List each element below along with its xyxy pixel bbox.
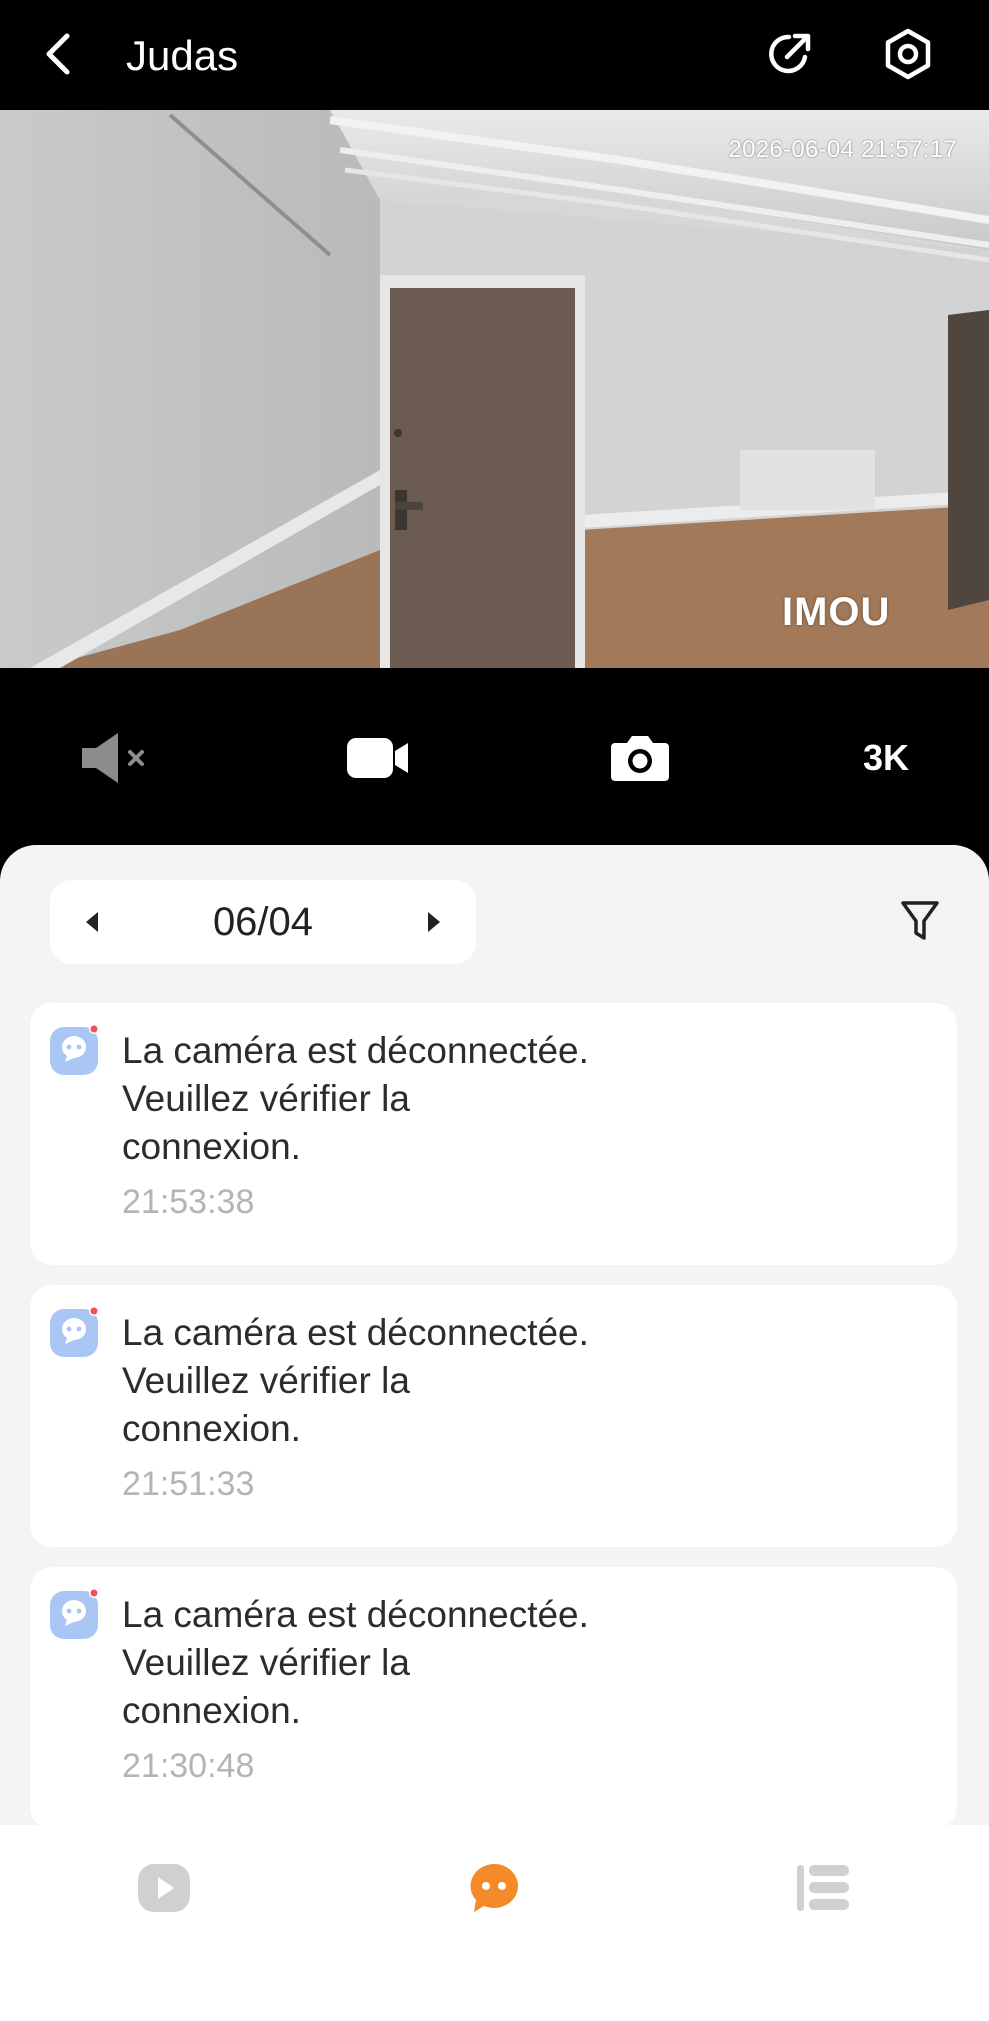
share-button[interactable] [762, 26, 818, 82]
chevron-left-icon [46, 33, 70, 75]
camera-icon [611, 736, 669, 781]
event-time: 21:51:33 [122, 1465, 255, 1503]
mute-button[interactable] [76, 718, 156, 798]
message-icon [50, 1306, 99, 1357]
event-item[interactable]: La caméra est déconnectée. Veuillez véri… [30, 1003, 957, 1265]
record-button[interactable] [338, 718, 418, 798]
events-panel: 06/04 La caméra est déconnectée. Veuille… [0, 845, 989, 1825]
nav-messages[interactable] [459, 1853, 529, 1923]
event-time: 21:53:38 [122, 1183, 255, 1221]
nav-list[interactable] [788, 1853, 858, 1923]
camera-image [0, 110, 989, 668]
video-timestamp: 2026-06-04 21:57:17 [728, 136, 957, 163]
snapshot-button[interactable] [600, 718, 680, 798]
back-button[interactable] [30, 26, 86, 82]
event-item[interactable]: La caméra est déconnectée. Veuillez véri… [30, 1567, 957, 1825]
settings-icon [885, 28, 931, 80]
live-video-feed[interactable]: 2026-06-04 21:57:17 IMOU [0, 110, 989, 668]
event-message: La caméra est déconnectée. Veuillez véri… [122, 1030, 589, 1167]
triangle-left-icon [86, 912, 98, 932]
imou-logo: IMOU [782, 590, 891, 634]
next-day-button[interactable] [414, 902, 454, 942]
message-icon [50, 1588, 99, 1639]
previous-day-button[interactable] [72, 902, 112, 942]
date-selector: 06/04 [50, 880, 476, 964]
event-message: La caméra est déconnectée. Veuillez véri… [122, 1594, 589, 1731]
filter-button[interactable] [896, 895, 944, 947]
bottom-navigation [0, 1825, 989, 2021]
video-controls: 3K [0, 668, 989, 848]
share-icon [769, 33, 811, 74]
page-title: Judas [126, 32, 239, 79]
settings-button[interactable] [880, 26, 936, 82]
top-bar: Judas [0, 0, 989, 110]
quality-button[interactable]: 3K [846, 718, 926, 798]
play-icon [138, 1864, 190, 1912]
speaker-muted-icon [82, 733, 144, 783]
message-icon [50, 1024, 99, 1075]
list-icon [797, 1865, 849, 1911]
video-record-icon [347, 738, 408, 778]
date-label: 06/04 [212, 900, 314, 944]
event-message: La caméra est déconnectée. Veuillez véri… [122, 1312, 589, 1449]
event-item[interactable]: La caméra est déconnectée. Veuillez véri… [30, 1285, 957, 1547]
event-time: 21:30:48 [122, 1747, 255, 1785]
message-icon [470, 1864, 518, 1912]
nav-live-view[interactable] [129, 1853, 199, 1923]
filter-icon [901, 901, 939, 940]
triangle-right-icon [428, 912, 440, 932]
